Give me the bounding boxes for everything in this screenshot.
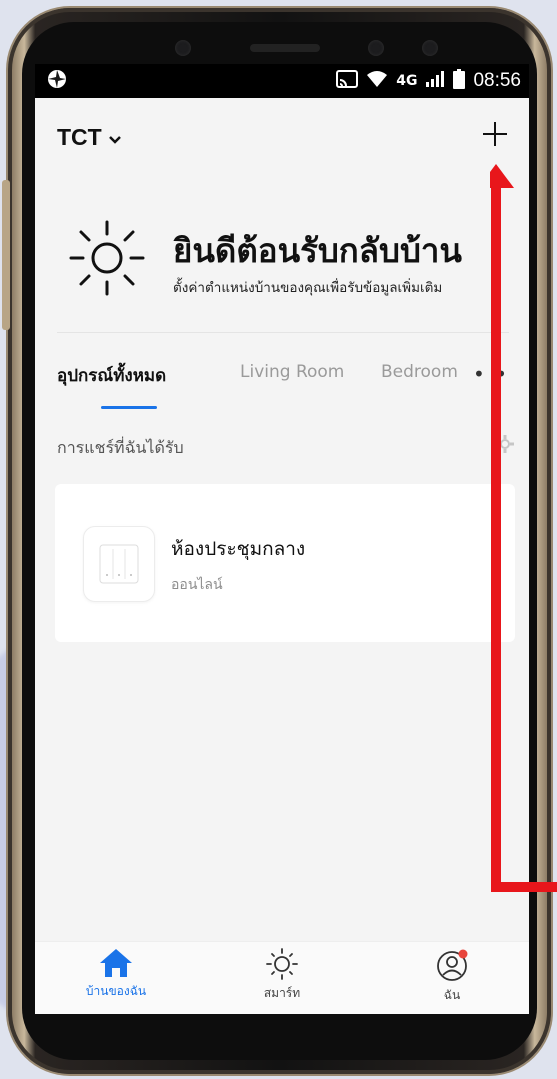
cast-icon xyxy=(336,69,359,93)
front-camera xyxy=(175,40,191,56)
tab-all-devices[interactable]: อุปกรณ์ทั้งหมด xyxy=(57,362,166,389)
welcome-subtitle: ตั้งค่าตำแหน่งบ้านของคุณเพื่อรับข้อมูลเพ… xyxy=(173,280,443,296)
active-tab-indicator xyxy=(101,406,157,409)
home-name: TCT xyxy=(57,124,102,150)
sun-icon xyxy=(69,220,145,296)
bottom-nav: บ้านของฉัน สมาร์ท ฉัน xyxy=(35,941,529,1014)
nav-my-home[interactable]: บ้านของฉัน xyxy=(61,948,171,1001)
nav-label-me: ฉัน xyxy=(443,988,461,1002)
app-screen: 4G 08:56 TCT ยินดีต้อนรับกลับบ้าน ตั้งค่… xyxy=(35,64,529,1014)
tab-living-room[interactable]: Living Room xyxy=(240,362,344,382)
sun-icon xyxy=(266,948,298,980)
chevron-down-icon xyxy=(108,124,122,151)
signal-icon xyxy=(425,70,445,93)
battery-icon xyxy=(453,68,466,94)
welcome-banner[interactable]: ยินดีต้อนรับกลับบ้าน ตั้งค่าตำแหน่งบ้านข… xyxy=(35,214,529,332)
notification-dot xyxy=(458,949,468,959)
tab-bedroom[interactable]: Bedroom xyxy=(381,362,458,382)
annotation-arrow xyxy=(490,164,557,892)
switch-panel-icon xyxy=(83,526,155,602)
status-time: 08:56 xyxy=(473,70,521,91)
proximity-sensor xyxy=(368,40,384,56)
divider xyxy=(57,332,509,333)
status-bar: 4G 08:56 xyxy=(35,64,529,98)
plus-icon xyxy=(483,122,507,146)
phone-side-button xyxy=(2,180,10,330)
home-selector[interactable]: TCT xyxy=(57,124,122,151)
nav-smart[interactable]: สมาร์ท xyxy=(227,948,337,1003)
room-tabs: อุปกรณ์ทั้งหมด Living Room Bedroom • • xyxy=(57,352,509,412)
nav-label-home: บ้านของฉัน xyxy=(85,984,147,998)
profile-icon xyxy=(437,949,468,981)
app-header: TCT xyxy=(35,98,529,178)
device-status: ออนไลน์ xyxy=(171,577,223,593)
network-type: 4G xyxy=(396,73,418,89)
device-name: ห้องประชุมกลาง xyxy=(171,538,306,560)
add-device-button[interactable] xyxy=(481,120,509,148)
nav-label-smart: สมาร์ท xyxy=(263,986,301,1000)
ambient-sensor xyxy=(422,40,438,56)
home-icon xyxy=(100,949,132,977)
wifi-icon xyxy=(366,70,388,93)
device-card[interactable]: ห้องประชุมกลาง ออนไลน์ xyxy=(55,484,515,642)
nav-me[interactable]: ฉัน xyxy=(397,948,507,1005)
aperture-icon xyxy=(47,69,67,94)
shared-section-label: การแชร์ที่ฉันได้รับ xyxy=(57,438,184,457)
earpiece-speaker xyxy=(250,44,320,52)
welcome-title: ยินดีต้อนรับกลับบ้าน xyxy=(173,231,462,270)
